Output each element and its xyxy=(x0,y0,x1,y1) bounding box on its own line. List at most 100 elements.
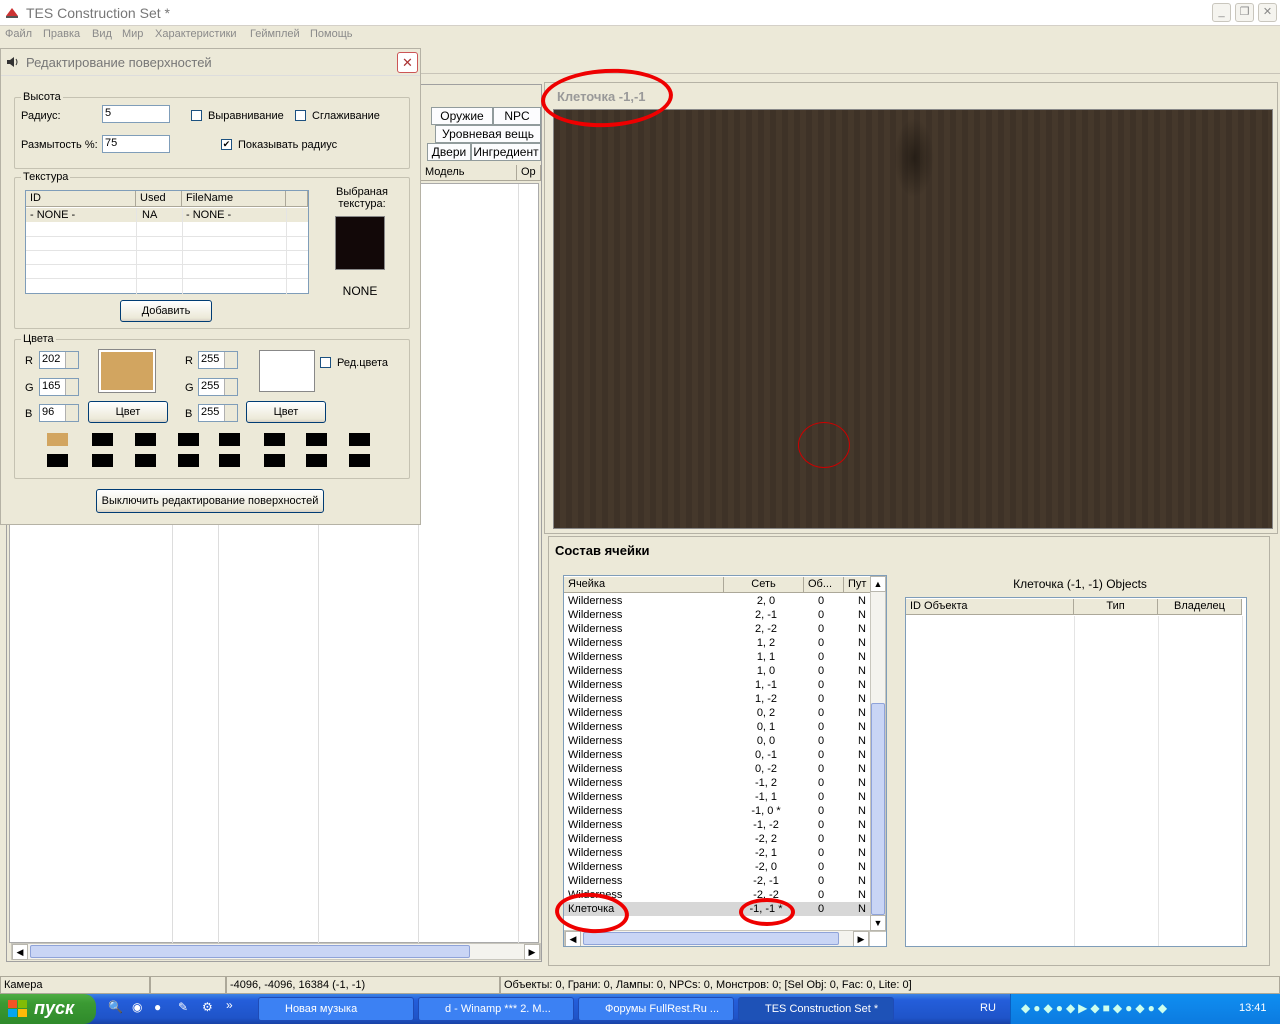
object-list-hscroll[interactable]: ◀ ▶ xyxy=(11,943,541,960)
cell-row[interactable]: Wilderness 2, -2 0 N xyxy=(564,622,886,636)
search-icon[interactable]: 🔍 xyxy=(108,1000,123,1014)
task-forums[interactable]: Форумы FullRest.Ru ... xyxy=(578,997,734,1021)
smooth-checkbox[interactable] xyxy=(295,110,306,121)
cell-row[interactable]: Wilderness 0, 2 0 N xyxy=(564,706,886,720)
cell-row[interactable]: Wilderness 1, 0 0 N xyxy=(564,664,886,678)
cell-row[interactable]: Wilderness -1, 0 * 0 N xyxy=(564,804,886,818)
language-indicator[interactable]: RU xyxy=(980,1002,996,1014)
color-swatch[interactable] xyxy=(264,454,285,467)
cell-objects-list[interactable]: ID Объекта Тип Владелец xyxy=(905,597,1247,947)
tex-col-id[interactable]: ID xyxy=(26,191,136,207)
color-button-1[interactable]: Цвет xyxy=(88,401,168,423)
color-swatch[interactable] xyxy=(219,454,240,467)
column-or[interactable]: Ор xyxy=(517,165,541,181)
cell-row[interactable]: Wilderness 1, -1 0 N xyxy=(564,678,886,692)
color-swatch[interactable] xyxy=(135,433,156,446)
menu-gameplay[interactable]: Геймплей xyxy=(250,28,300,40)
firefox-icon[interactable]: ● xyxy=(154,1000,161,1014)
cell-row[interactable]: Wilderness 0, -1 0 N xyxy=(564,748,886,762)
cell-row[interactable]: Wilderness -2, 1 0 N xyxy=(564,846,886,860)
cell-row[interactable]: Wilderness 2, -1 0 N xyxy=(564,608,886,622)
show-radius-checkbox[interactable]: ✔ xyxy=(221,139,232,150)
b2-spinner[interactable]: 255 xyxy=(198,404,238,422)
chevron-icon[interactable]: » xyxy=(226,998,233,1012)
scroll-left-icon[interactable]: ◀ xyxy=(565,931,581,946)
notes-icon[interactable]: ✎ xyxy=(178,1000,188,1014)
g2-spinner[interactable]: 255 xyxy=(198,378,238,396)
menu-view[interactable]: Вид xyxy=(92,28,112,40)
color-swatch[interactable] xyxy=(349,454,370,467)
objects-col-owner[interactable]: Владелец xyxy=(1158,599,1242,615)
add-texture-button[interactable]: Добавить xyxy=(120,300,212,322)
scroll-down-icon[interactable]: ▼ xyxy=(870,915,886,931)
color-swatch[interactable] xyxy=(92,433,113,446)
menu-file[interactable]: Файл xyxy=(5,28,32,40)
cell-row[interactable]: Wilderness -1, 2 0 N xyxy=(564,776,886,790)
task-tes-cs[interactable]: TES Construction Set * xyxy=(738,997,894,1021)
color-swatch[interactable] xyxy=(306,433,327,446)
blur-input[interactable]: 75 xyxy=(102,135,170,153)
color-swatch[interactable] xyxy=(219,433,240,446)
cell-col-objects[interactable]: Об... xyxy=(804,577,844,593)
cell-row[interactable]: Wilderness -1, 1 0 N xyxy=(564,790,886,804)
close-button[interactable]: ✕ xyxy=(1258,3,1277,22)
color-swatch[interactable] xyxy=(264,433,285,446)
b1-spinner[interactable]: 96 xyxy=(39,404,79,422)
scroll-left-icon[interactable]: ◀ xyxy=(12,944,28,960)
edit-colors-checkbox[interactable] xyxy=(320,357,331,368)
vscroll-thumb[interactable] xyxy=(871,703,885,915)
cell-row[interactable]: Wilderness -1, -2 0 N xyxy=(564,818,886,832)
scroll-thumb[interactable] xyxy=(30,945,470,958)
maximize-button[interactable]: ❐ xyxy=(1235,3,1254,22)
color-swatch[interactable] xyxy=(178,454,199,467)
tab-weapons[interactable]: Оружие xyxy=(431,107,493,125)
flatten-checkbox[interactable] xyxy=(191,110,202,121)
r2-spinner[interactable]: 255 xyxy=(198,351,238,369)
app-icon[interactable]: ⚙ xyxy=(202,1000,213,1014)
cell-row[interactable]: Wilderness 0, 0 0 N xyxy=(564,734,886,748)
color-swatch[interactable] xyxy=(306,454,327,467)
g1-spinner[interactable]: 165 xyxy=(39,378,79,396)
texture-row[interactable]: - NONE - NA - NONE - xyxy=(26,208,308,222)
tex-col-filename[interactable]: FileName xyxy=(182,191,286,207)
objects-col-type[interactable]: Тип xyxy=(1074,599,1158,615)
cell-list[interactable]: Ячейка Сеть Об... Пут Wilderness 2, 0 0 N Wi… xyxy=(563,575,887,947)
menu-world[interactable]: Мир xyxy=(122,28,143,40)
cell-row[interactable]: Wilderness 1, -2 0 N xyxy=(564,692,886,706)
cell-row[interactable]: Wilderness 1, 1 0 N xyxy=(564,650,886,664)
cell-col-path[interactable]: Пут xyxy=(844,577,872,593)
cell-list-hscroll[interactable]: ◀ ▶ xyxy=(564,930,870,946)
cell-row[interactable]: Wilderness 0, -2 0 N xyxy=(564,762,886,776)
color-button-2[interactable]: Цвет xyxy=(246,401,326,423)
cell-row[interactable]: Wilderness 1, 2 0 N xyxy=(564,636,886,650)
cell-col-cell[interactable]: Ячейка xyxy=(564,577,724,593)
color-swatch[interactable] xyxy=(47,433,68,446)
render-viewport[interactable] xyxy=(553,109,1273,529)
scroll-right-icon[interactable]: ▶ xyxy=(853,931,869,946)
menu-edit[interactable]: Правка xyxy=(43,28,80,40)
texture-list[interactable]: ID Used FileName - NONE - NA - NONE - xyxy=(25,190,309,294)
hscroll-thumb[interactable] xyxy=(583,932,839,945)
cell-row[interactable]: Wilderness -2, 0 0 N xyxy=(564,860,886,874)
menu-help[interactable]: Помощь xyxy=(310,28,353,40)
color-swatch[interactable] xyxy=(135,454,156,467)
task-new-music[interactable]: Новая музыка xyxy=(258,997,414,1021)
browser-icon[interactable]: ◉ xyxy=(132,1000,142,1014)
scroll-up-icon[interactable]: ▲ xyxy=(870,576,886,592)
cell-row[interactable]: Wilderness 2, 0 0 N xyxy=(564,594,886,608)
color-swatch[interactable] xyxy=(92,454,113,467)
objects-col-id[interactable]: ID Объекта xyxy=(906,599,1074,615)
cell-row[interactable]: Wilderness 0, 1 0 N xyxy=(564,720,886,734)
tab-leveled-item[interactable]: Уровневая вещь xyxy=(435,125,541,143)
cell-row[interactable]: Wilderness -2, -1 0 N xyxy=(564,874,886,888)
menu-characteristics[interactable]: Характеристики xyxy=(155,28,237,40)
radius-input[interactable]: 5 xyxy=(102,105,170,123)
tray-icons[interactable]: ◆●◆●◆▶◆■◆●◆●◆ xyxy=(1021,1001,1170,1015)
tab-npc[interactable]: NPC xyxy=(493,107,541,125)
tex-col-used[interactable]: Used xyxy=(136,191,182,207)
start-button[interactable]: пуск xyxy=(0,994,96,1024)
scroll-right-icon[interactable]: ▶ xyxy=(524,944,540,960)
minimize-button[interactable]: _ xyxy=(1212,3,1231,22)
tab-doors[interactable]: Двери xyxy=(427,143,471,161)
color-swatch[interactable] xyxy=(47,454,68,467)
